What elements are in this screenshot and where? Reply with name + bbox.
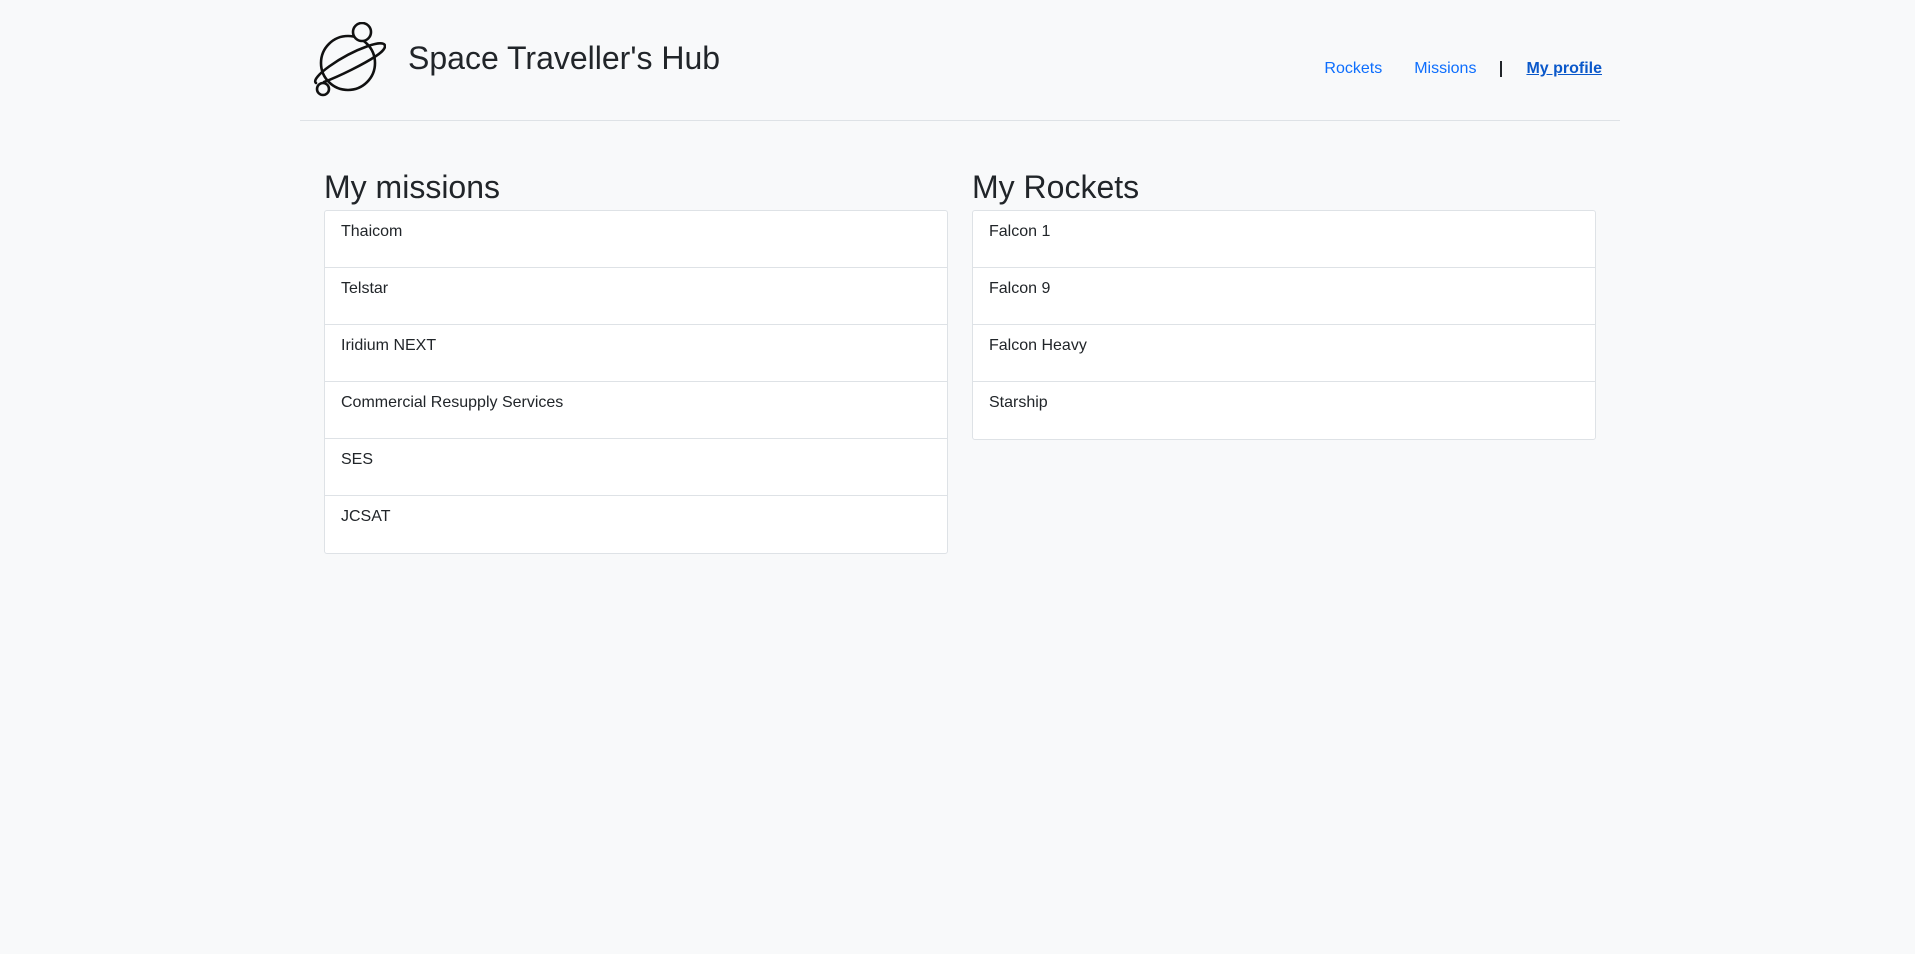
rocket-list-item: Starship [989, 394, 1048, 412]
missions-list: Thaicom Telstar Iridium NEXT Commercial … [324, 210, 948, 555]
planet-icon [313, 22, 386, 97]
rocket-list-item: Falcon 9 [973, 268, 1595, 326]
nav-link-my-profile[interactable]: My profile [1526, 60, 1602, 78]
site-header: Space Traveller's Hub Rockets Missions M… [300, 0, 1620, 121]
nav-divider [1500, 61, 1503, 77]
my-rockets-section: My Rockets Falcon 1 Falcon 9 Falcon Heav… [972, 168, 1596, 554]
brand[interactable]: Space Traveller's Hub [310, 22, 720, 98]
mission-list-item: SES [325, 439, 947, 497]
mission-list-item: Commercial Resupply Services [325, 382, 947, 440]
rockets-list: Falcon 1 Falcon 9 Falcon Heavy Starship [972, 210, 1596, 441]
mission-list-item: Iridium NEXT [325, 325, 947, 383]
nav-link-rockets[interactable]: Rockets [1324, 60, 1382, 78]
mission-list-item: Thaicom [325, 211, 947, 269]
my-missions-section: My missions Thaicom Telstar Iridium NEXT… [324, 168, 948, 555]
mission-list-item: JCSAT [341, 508, 391, 526]
site-title: Space Traveller's Hub [408, 39, 721, 76]
my-missions-heading: My missions [324, 169, 501, 205]
page-container: Space Traveller's Hub Rockets Missions M… [300, 0, 1620, 555]
main-nav: Rockets Missions My profile [1324, 60, 1602, 78]
nav-link-missions[interactable]: Missions [1414, 60, 1476, 78]
profile-columns: My missions Thaicom Telstar Iridium NEXT… [324, 168, 1596, 555]
mission-list-item: Telstar [325, 268, 947, 326]
rocket-list-item: Falcon 1 [973, 211, 1595, 269]
rocket-list-item: Falcon Heavy [973, 325, 1595, 383]
my-rockets-heading: My Rockets [972, 169, 1140, 205]
